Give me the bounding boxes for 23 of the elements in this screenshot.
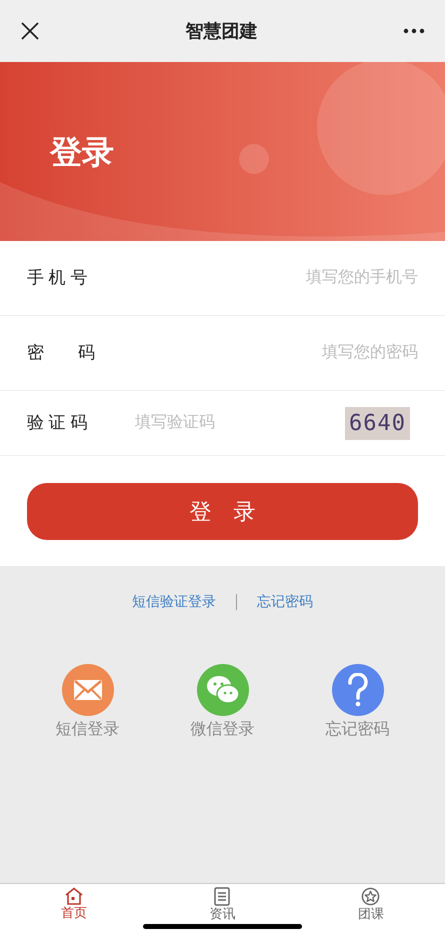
tab[interactable]: 资讯	[148, 884, 297, 931]
more-icon[interactable]	[403, 28, 425, 34]
password-field[interactable]: 填写您的密码	[135, 341, 418, 365]
captcha-field[interactable]: 填写验证码	[135, 411, 338, 435]
forgot-password-link[interactable]: 忘记密码	[257, 591, 313, 612]
field-label: 验 证 码	[27, 412, 88, 434]
home-icon	[64, 887, 84, 905]
close-icon[interactable]	[20, 21, 40, 41]
login-button[interactable]: 登 录	[27, 483, 418, 540]
tab[interactable]: 团课	[296, 884, 445, 931]
banner-title: 登录	[50, 132, 114, 172]
quick-login-label[interactable]: 忘记密码	[326, 718, 390, 742]
phone-field[interactable]: 填写您的手机号	[135, 266, 418, 290]
banner-small-circle	[239, 144, 269, 174]
field-label: 手 机 号	[27, 267, 88, 290]
tab[interactable]: 首页	[0, 884, 148, 931]
document-icon	[214, 887, 230, 906]
window-title: 智慧团建	[186, 20, 258, 42]
sms-login-link[interactable]: 短信验证登录	[132, 591, 216, 612]
quick-login-label[interactable]: 短信登录	[56, 718, 120, 742]
field-label: 密 码	[27, 342, 96, 364]
captcha-image[interactable]: 6640	[345, 406, 410, 440]
quick-login-label[interactable]: 微信登录	[190, 718, 254, 742]
